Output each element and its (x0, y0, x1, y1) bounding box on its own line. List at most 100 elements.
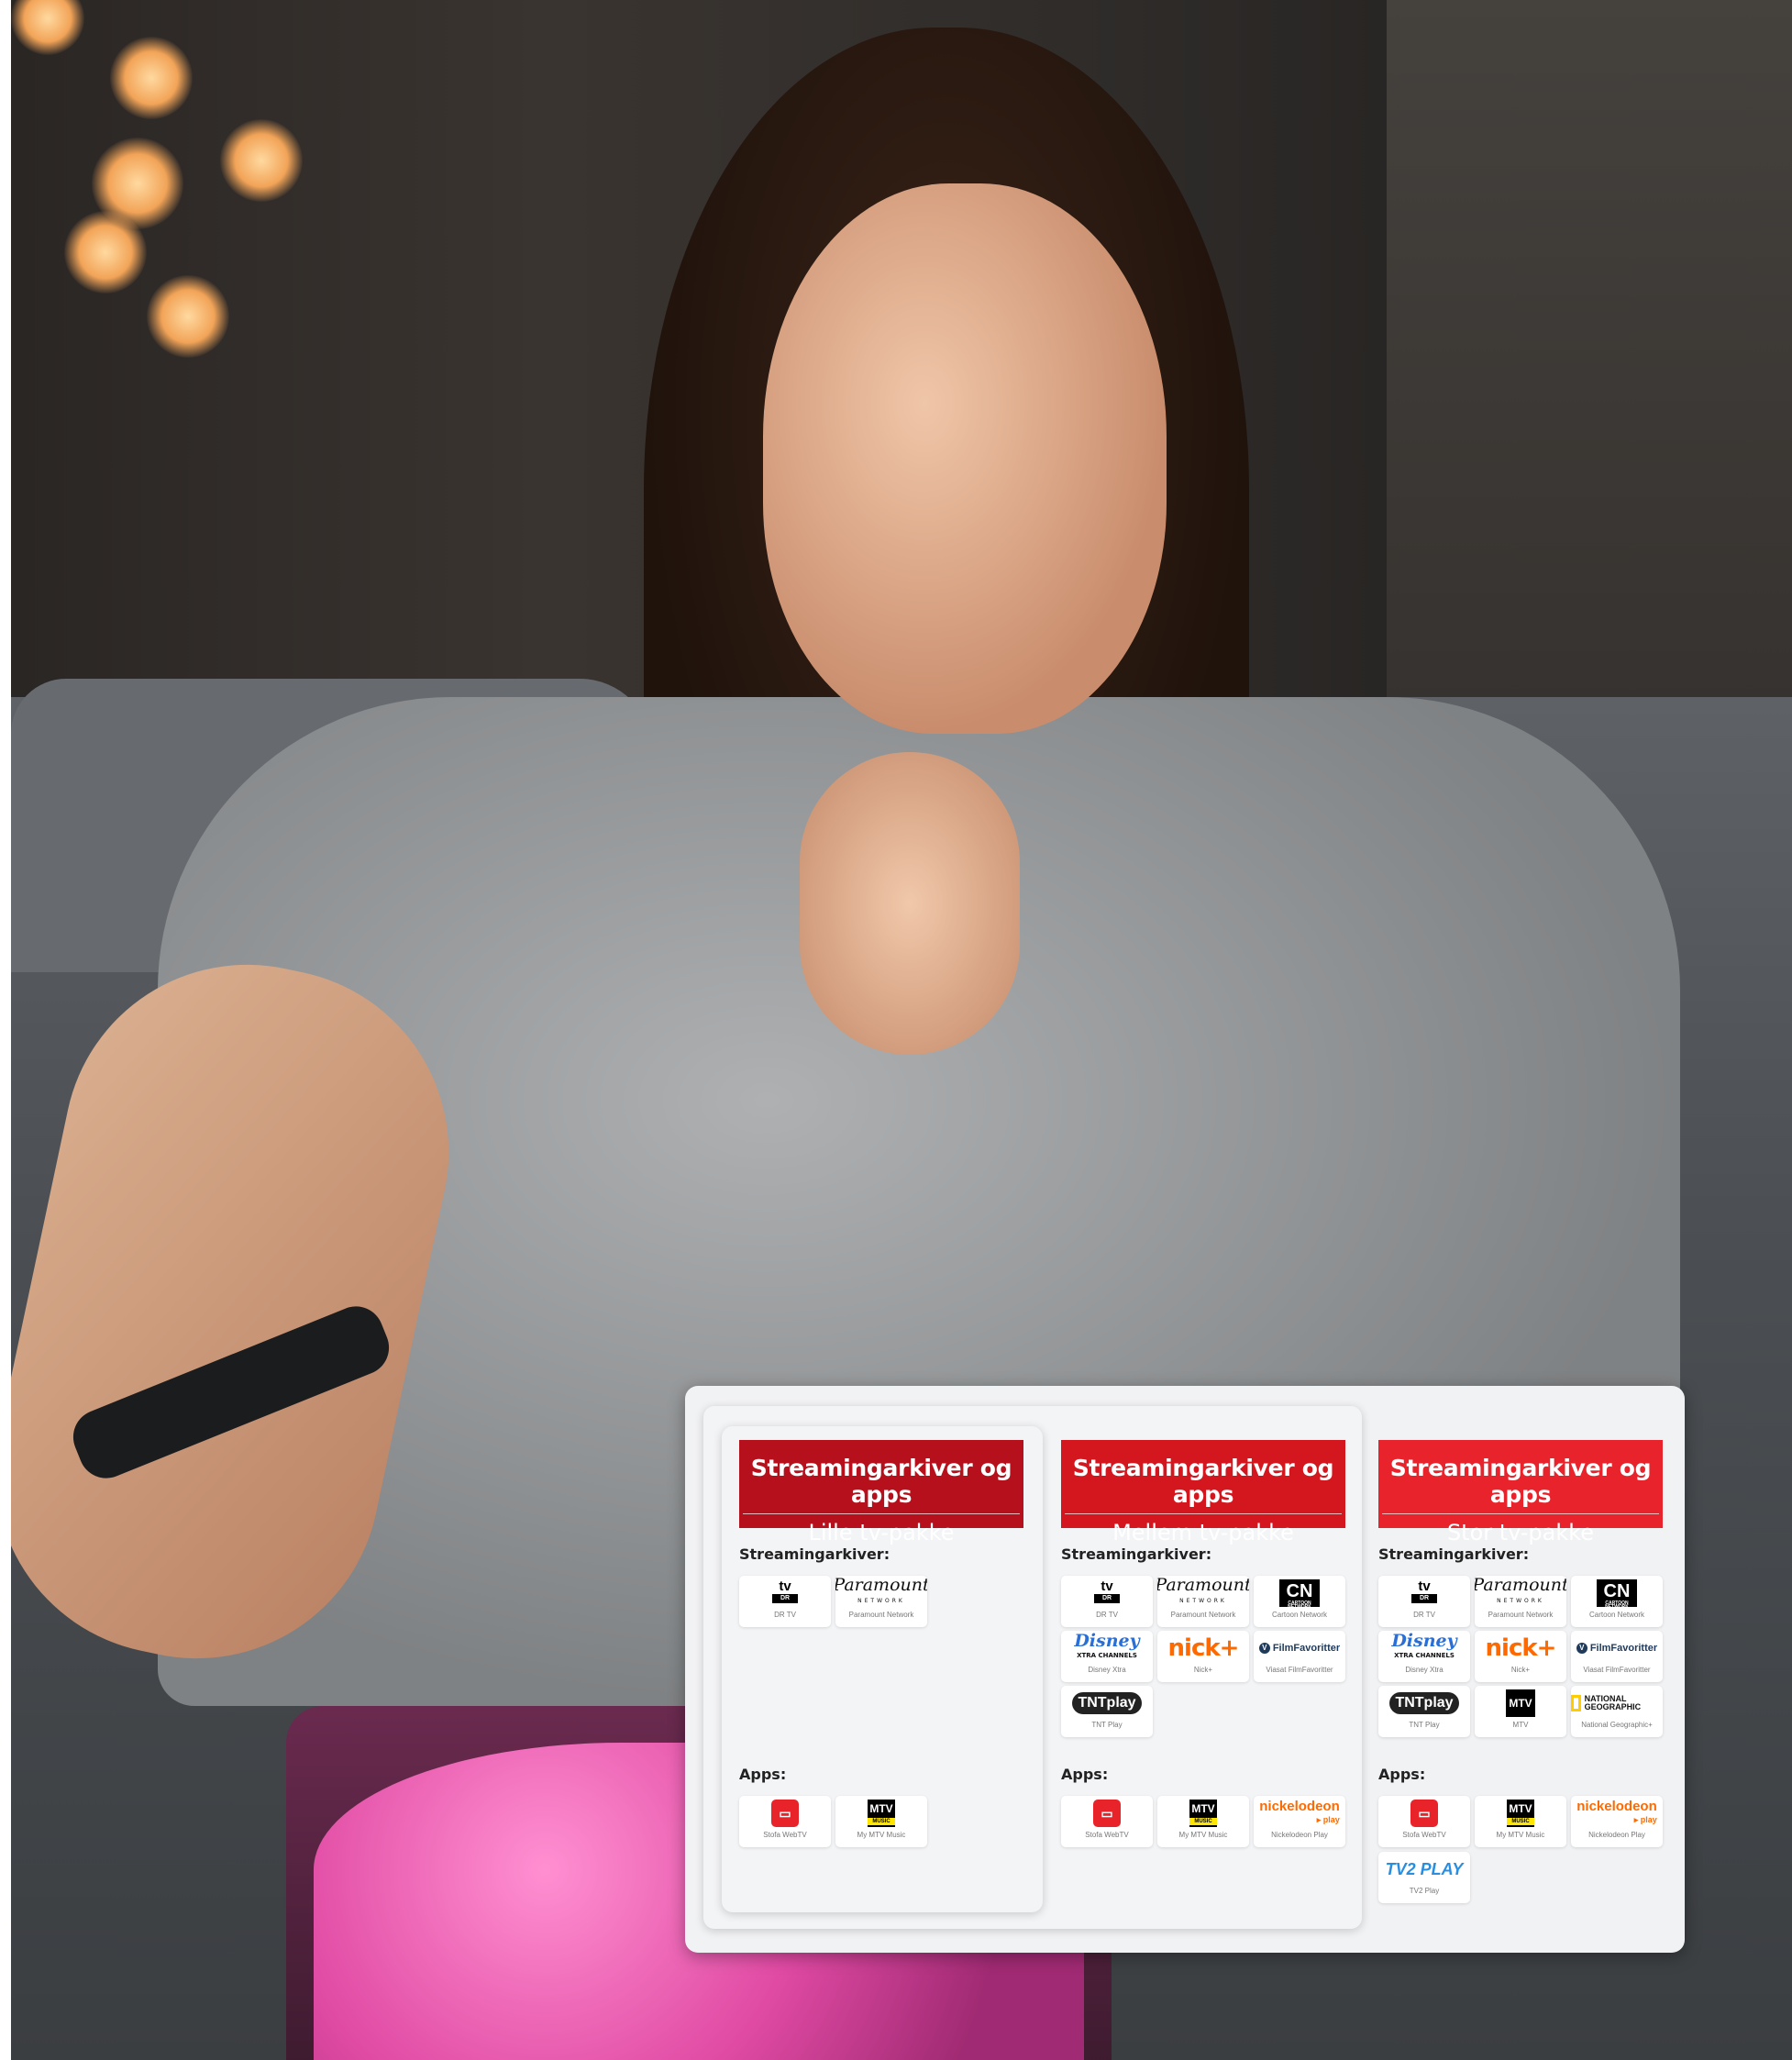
app-tile[interactable]: nickelodeon ▸ play Nickelodeon Play (1571, 1796, 1663, 1847)
package-subtitle: Mellem tv-pakke (1112, 1520, 1294, 1545)
package-header: Streamingarkiver og apps Stor tv-pakke (1378, 1440, 1663, 1545)
tnt-play-icon: TNTplay (1389, 1692, 1459, 1714)
apps-label: Apps: (1378, 1766, 1426, 1783)
tile-caption: Nickelodeon Play (1588, 1831, 1645, 1839)
streaming-tile[interactable]: Paramount NETWORK Paramount Network (1475, 1576, 1566, 1627)
nickelodeon-play-icon: nickelodeon ▸ play (1259, 1799, 1340, 1824)
mtv-icon: MTV (1506, 1689, 1535, 1717)
paramount-icon: Paramount NETWORK (835, 1576, 927, 1605)
package-title: Streamingarkiver og apps (1389, 1455, 1652, 1508)
stofa-webtv-icon: ▭ (1410, 1800, 1438, 1827)
tile-caption: Stofa WebTV (763, 1831, 807, 1839)
dr-tv-icon: tv DR (1411, 1579, 1437, 1607)
nick-plus-icon: nick+ (1167, 1634, 1240, 1662)
nick-plus-icon: nick+ (1485, 1634, 1557, 1662)
tile-caption: Stofa WebTV (1085, 1831, 1129, 1839)
streaming-tile[interactable]: Paramount NETWORK Paramount Network (835, 1576, 927, 1627)
streaming-tile[interactable]: NATIONAL GEOGRAPHIC National Geographic+ (1571, 1686, 1663, 1737)
streaming-tile[interactable]: tv DR DR TV (739, 1576, 831, 1627)
tile-caption: TNT Play (1091, 1721, 1123, 1729)
tnt-play-icon: TNTplay (1072, 1692, 1142, 1714)
dr-tv-icon: tv DR (772, 1579, 798, 1607)
streaming-label: Streamingarkiver: (1378, 1545, 1530, 1563)
app-tile[interactable]: MTV MUSIC My MTV Music (835, 1796, 927, 1847)
paramount-icon: Paramount NETWORK (1475, 1576, 1566, 1605)
dr-tv-icon: tv DR (1094, 1579, 1120, 1607)
streaming-label: Streamingarkiver: (739, 1545, 890, 1563)
tile-caption: Nick+ (1510, 1666, 1531, 1674)
apps-label: Apps: (1061, 1766, 1109, 1783)
national-geographic-icon: NATIONAL GEOGRAPHIC (1571, 1695, 1663, 1711)
bokeh-light (220, 119, 303, 202)
apps-label: Apps: (739, 1766, 787, 1783)
streaming-label: Streamingarkiver: (1061, 1545, 1212, 1563)
streaming-tile[interactable]: V FilmFavoritter Viasat FilmFavoritter (1254, 1631, 1345, 1682)
app-tile[interactable]: ▭ Stofa WebTV (739, 1796, 831, 1847)
woman-hand-popcorn (800, 752, 1020, 1055)
tile-caption: Viasat FilmFavoritter (1266, 1666, 1333, 1674)
tile-caption: Paramount Network (848, 1611, 914, 1619)
tile-caption: Viasat FilmFavoritter (1583, 1666, 1651, 1674)
package-header: Streamingarkiver og apps Mellem tv-pakke (1061, 1440, 1345, 1545)
streaming-tile[interactable]: CN CARTOON NETWORK Cartoon Network (1254, 1576, 1345, 1627)
tile-caption: TNT Play (1409, 1721, 1440, 1729)
package-title: Streamingarkiver og apps (750, 1455, 1012, 1508)
streaming-tile[interactable]: tv DR DR TV (1378, 1576, 1470, 1627)
streaming-tile[interactable]: Paramount NETWORK Paramount Network (1157, 1576, 1249, 1627)
package-subtitle: Lille tv-pakke (808, 1520, 955, 1545)
package-title: Streamingarkiver og apps (1072, 1455, 1334, 1508)
app-tile[interactable]: ▭ Stofa WebTV (1061, 1796, 1153, 1847)
streaming-tile[interactable]: V FilmFavoritter Viasat FilmFavoritter (1571, 1631, 1663, 1682)
streaming-tile[interactable]: CN CARTOON NETWORK Cartoon Network (1571, 1576, 1663, 1627)
disney-xtra-icon: Disney XTRA CHANNELS (1074, 1631, 1140, 1660)
tile-caption: DR TV (1096, 1611, 1118, 1619)
packages-panel: Streamingarkiver og apps Lille tv-pakke … (685, 1386, 1685, 1953)
stofa-webtv-icon: ▭ (771, 1800, 799, 1827)
cartoon-network-icon: CN CARTOON NETWORK (1597, 1579, 1637, 1610)
tile-caption: Cartoon Network (1271, 1611, 1328, 1619)
tile-caption: Nick+ (1193, 1666, 1213, 1674)
app-tile[interactable]: MTV MUSIC My MTV Music (1475, 1796, 1566, 1847)
tile-caption: DR TV (774, 1611, 796, 1619)
app-tile[interactable]: MTV MUSIC My MTV Music (1157, 1796, 1249, 1847)
streaming-tile[interactable]: nick+ Nick+ (1475, 1631, 1566, 1682)
tile-caption: Stofa WebTV (1402, 1831, 1446, 1839)
mtv-music-icon: MTV MUSIC (868, 1800, 895, 1827)
mtv-music-icon: MTV MUSIC (1189, 1800, 1217, 1827)
app-tile[interactable]: TV2 PLAY TV2 Play (1378, 1852, 1470, 1903)
cartoon-network-icon: CN CARTOON NETWORK (1279, 1579, 1320, 1610)
filmfavoritter-icon: V FilmFavoritter (1258, 1643, 1340, 1655)
app-tile[interactable]: nickelodeon ▸ play Nickelodeon Play (1254, 1796, 1345, 1847)
tile-caption: Disney Xtra (1088, 1666, 1126, 1674)
tile-caption: Disney Xtra (1405, 1666, 1444, 1674)
streaming-tile[interactable]: MTV MTV (1475, 1686, 1566, 1737)
tile-caption: TV2 Play (1409, 1887, 1440, 1895)
streaming-tile[interactable]: Disney XTRA CHANNELS Disney Xtra (1378, 1631, 1470, 1682)
stofa-webtv-icon: ▭ (1093, 1800, 1121, 1827)
streaming-tile[interactable]: tv DR DR TV (1061, 1576, 1153, 1627)
tile-caption: MTV (1512, 1721, 1529, 1729)
streaming-tile[interactable]: Disney XTRA CHANNELS Disney Xtra (1061, 1631, 1153, 1682)
bokeh-light (64, 211, 147, 293)
package-subtitle: Stor tv-pakke (1446, 1520, 1595, 1545)
bokeh-light (147, 275, 229, 358)
tile-caption: Cartoon Network (1588, 1611, 1645, 1619)
package-header: Streamingarkiver og apps Lille tv-pakke (739, 1440, 1023, 1545)
tile-caption: Paramount Network (1488, 1611, 1554, 1619)
paramount-icon: Paramount NETWORK (1157, 1576, 1249, 1605)
tv2-play-icon: TV2 PLAY (1385, 1859, 1464, 1878)
tile-caption: Paramount Network (1170, 1611, 1236, 1619)
tile-caption: National Geographic+ (1581, 1721, 1653, 1729)
tile-caption: My MTV Music (1178, 1831, 1228, 1839)
disney-xtra-icon: Disney XTRA CHANNELS (1391, 1631, 1457, 1660)
streaming-tile[interactable]: TNTplay TNT Play (1061, 1686, 1153, 1737)
filmfavoritter-icon: V FilmFavoritter (1576, 1643, 1657, 1655)
tile-caption: My MTV Music (1496, 1831, 1545, 1839)
streaming-tile[interactable]: TNTplay TNT Play (1378, 1686, 1470, 1737)
streaming-tile[interactable]: nick+ Nick+ (1157, 1631, 1249, 1682)
mtv-music-icon: MTV MUSIC (1507, 1800, 1534, 1827)
bokeh-light (11, 0, 84, 55)
app-tile[interactable]: ▭ Stofa WebTV (1378, 1796, 1470, 1847)
tile-caption: My MTV Music (857, 1831, 906, 1839)
nickelodeon-play-icon: nickelodeon ▸ play (1576, 1799, 1657, 1824)
